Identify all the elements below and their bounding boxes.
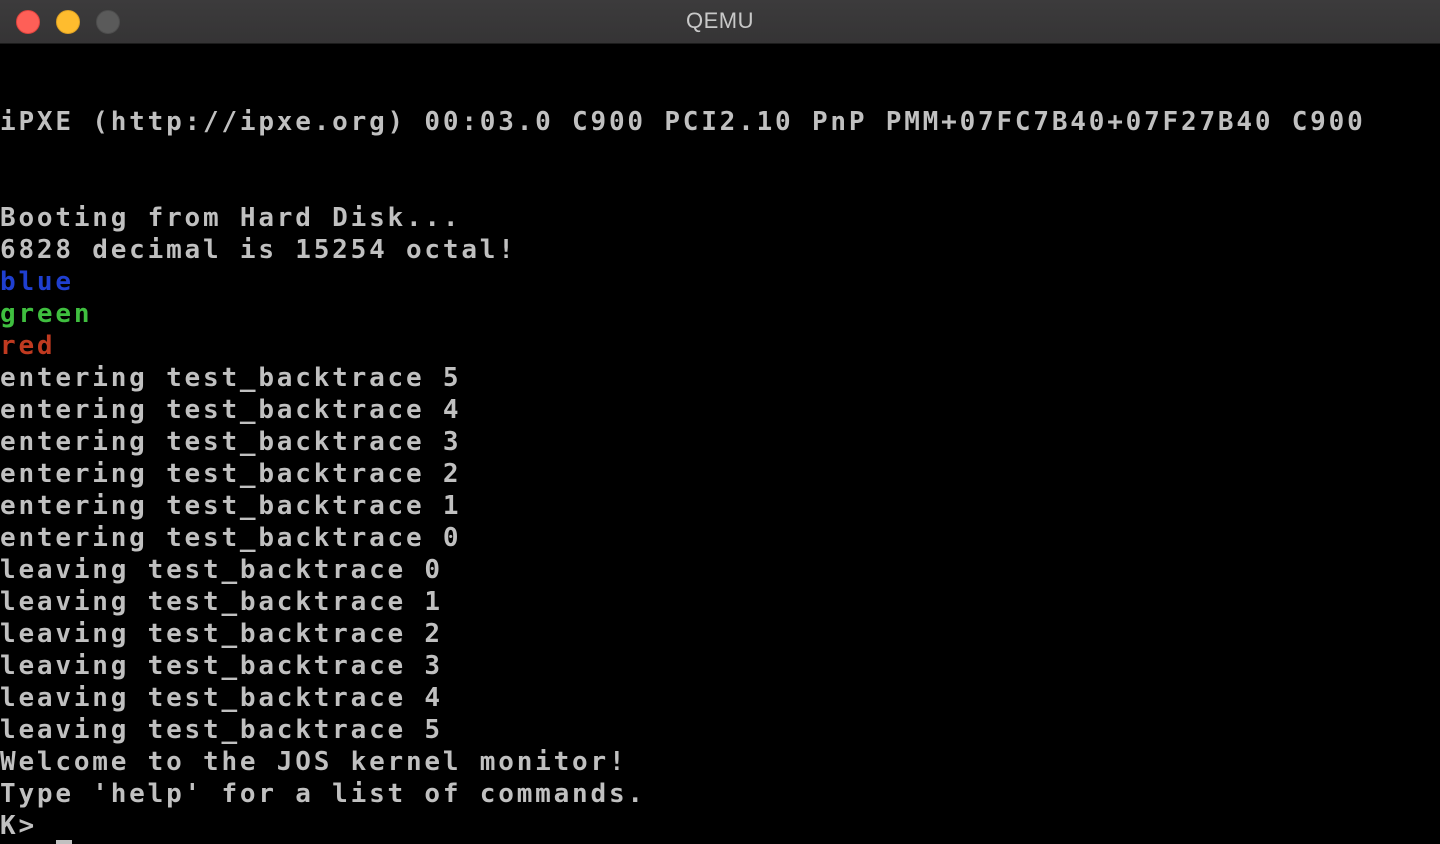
backtrace-entering-line: entering test_backtrace 5 [0, 363, 462, 393]
backtrace-leaving-line: leaving test_backtrace 0 [0, 555, 443, 585]
qemu-window: QEMU iPXE (http://ipxe.org) 00:03.0 C900… [0, 0, 1440, 844]
red-text-line: red [0, 331, 56, 361]
text-cursor [56, 840, 72, 844]
window-title: QEMU [686, 8, 754, 33]
blue-text-line: blue [0, 267, 74, 297]
welcome-line: Welcome to the JOS kernel monitor! [0, 747, 628, 777]
backtrace-leaving-line: leaving test_backtrace 1 [0, 587, 443, 617]
backtrace-leaving-line: leaving test_backtrace 4 [0, 683, 443, 713]
monitor-prompt[interactable]: K> [0, 810, 37, 842]
backtrace-entering-line: entering test_backtrace 4 [0, 395, 462, 425]
backtrace-leaving-line: leaving test_backtrace 2 [0, 619, 443, 649]
booting-line: Booting from Hard Disk... [0, 203, 462, 233]
backtrace-leaving-line: leaving test_backtrace 5 [0, 715, 443, 745]
backtrace-entering-line: entering test_backtrace 0 [0, 523, 462, 553]
backtrace-leaving-line: leaving test_backtrace 3 [0, 651, 443, 681]
backtrace-entering-line: entering test_backtrace 3 [0, 427, 462, 457]
green-text-line: green [0, 299, 93, 329]
backtrace-entering-line: entering test_backtrace 1 [0, 491, 462, 521]
ipxe-banner-line: iPXE (http://ipxe.org) 00:03.0 C900 PCI2… [0, 107, 1366, 137]
title-bar[interactable]: QEMU [0, 0, 1440, 44]
backtrace-entering-line: entering test_backtrace 2 [0, 459, 462, 489]
help-hint-line: Type 'help' for a list of commands. [0, 779, 646, 809]
console-screen[interactable]: iPXE (http://ipxe.org) 00:03.0 C900 PCI2… [0, 44, 1440, 844]
octal-line: 6828 decimal is 15254 octal! [0, 235, 517, 265]
